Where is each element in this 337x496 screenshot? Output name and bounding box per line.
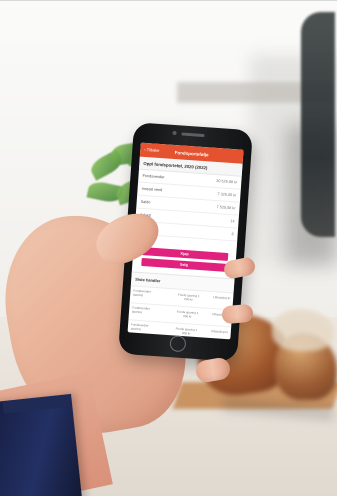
detail-value: 14 (230, 219, 235, 224)
transaction-middle: Fonds sparing 1 000 kr (177, 292, 200, 302)
app-title: Fondsportefølje (174, 149, 209, 157)
detail-label: Fondsverdier (142, 173, 165, 180)
blurred-person (301, 12, 335, 237)
cloth-napkin (272, 309, 334, 351)
detail-label: Saldo (140, 199, 151, 205)
detail-label: Innsatt verdi (141, 186, 163, 193)
photo-scene: ‹ Tilbake Fondsportefølje Oppl fondsport… (0, 0, 337, 496)
transaction-left: Fondsverdier sparing (133, 288, 152, 297)
transaction-right: Utbetaling kr (213, 295, 231, 301)
transaction-middle: Fonds sparing 1 000 kr (176, 309, 199, 319)
detail-value: 7 325,00 kr (217, 192, 237, 198)
front-camera-icon (172, 130, 177, 136)
transaction-right: Utbetaling kr (210, 329, 228, 335)
back-button[interactable]: ‹ Tilbake (144, 147, 159, 153)
detail-value: 30 525,08 kr (216, 178, 238, 185)
back-label: Tilbake (146, 147, 160, 153)
home-button[interactable] (169, 335, 187, 353)
detail-value: 7 525,08 kr (216, 205, 236, 211)
detail-value: 6 (231, 232, 234, 237)
transaction-left: Fondsverdier sparing (130, 322, 149, 331)
transaction-left: Fondsverdier sparing (131, 305, 150, 314)
speaker-grille (181, 132, 205, 138)
top-border (0, 0, 337, 1)
